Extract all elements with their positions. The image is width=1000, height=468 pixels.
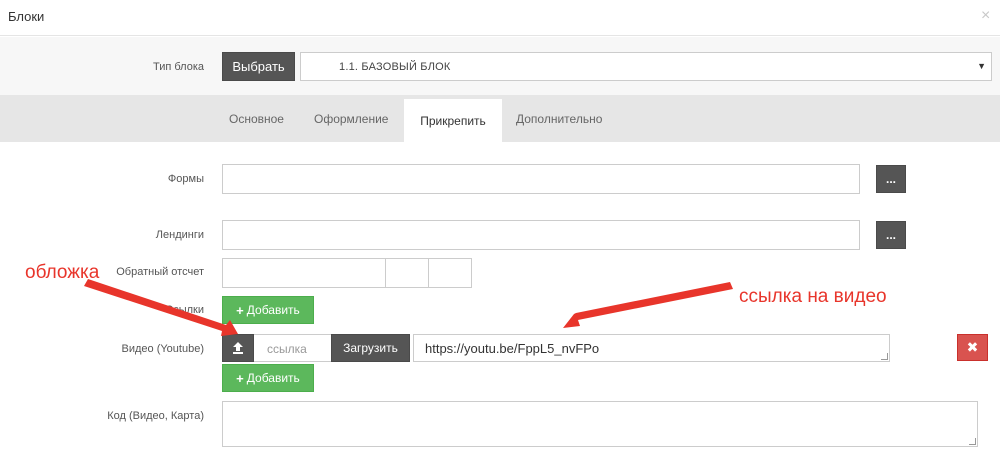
- video-arrow: [563, 282, 733, 328]
- cover-arrow: [84, 279, 238, 336]
- video-link-annotation: ссылка на видео: [739, 286, 887, 307]
- annotation-arrows: [84, 279, 733, 336]
- cover-annotation: обложка: [25, 262, 100, 283]
